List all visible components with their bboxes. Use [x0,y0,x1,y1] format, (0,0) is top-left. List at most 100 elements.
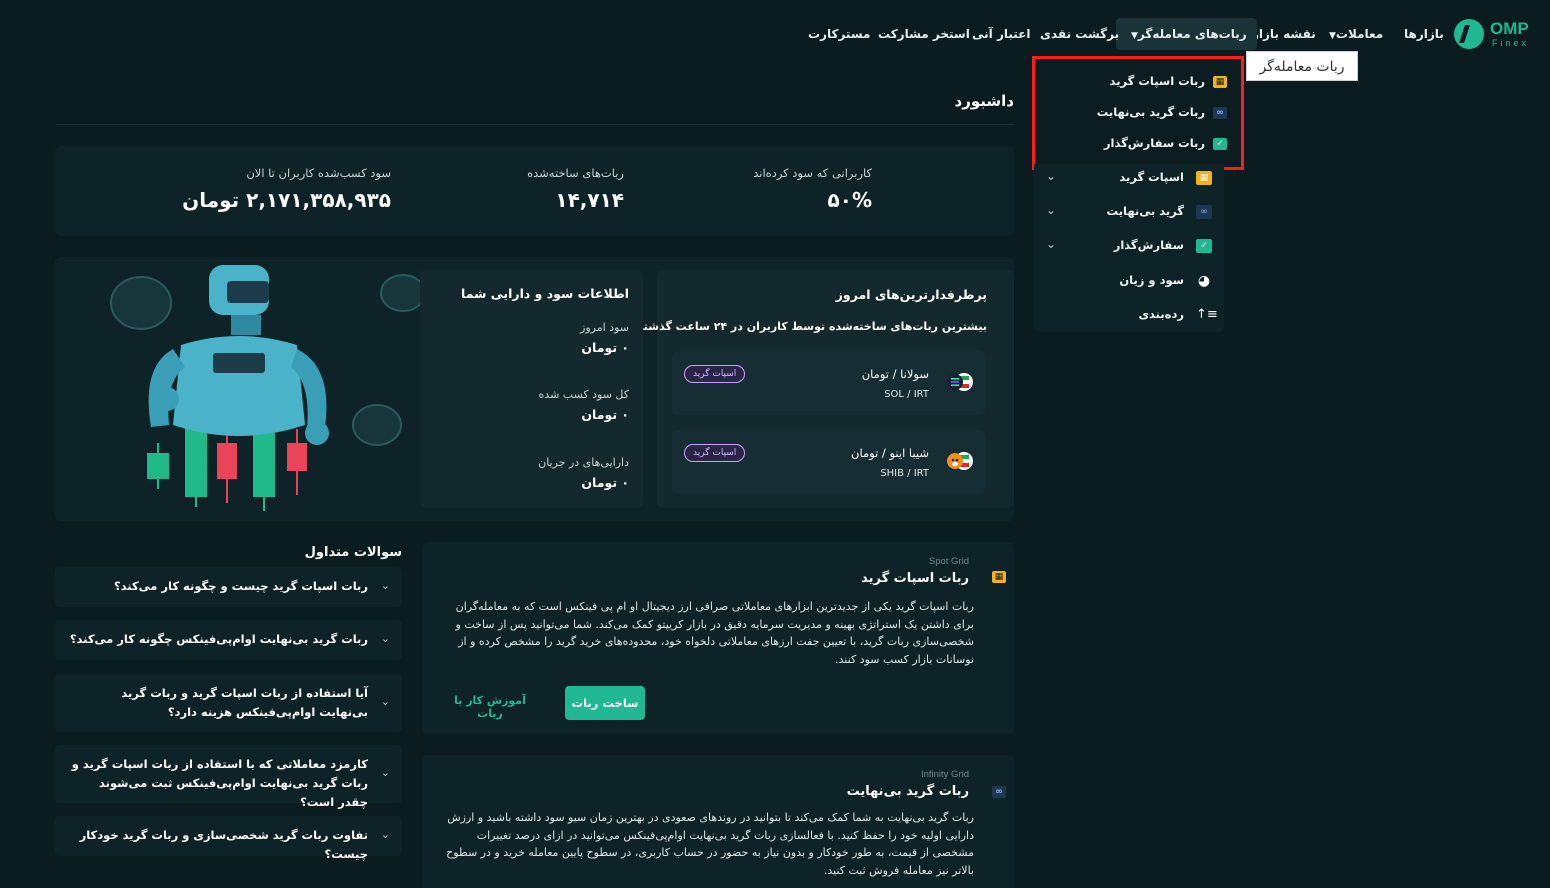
shib-irt-coin-icon [947,452,973,470]
caret-down-icon: ▼ [1131,31,1138,41]
chevron-down-icon[interactable]: ⌄ [1046,237,1056,251]
caret-down-icon: ▼ [1329,31,1336,41]
dropdown-item-label: ربات سفارش‌گذار [1103,136,1205,150]
top-nav: بازارها معاملات▼ نقشه بازار ربات‌های معا… [790,18,1450,50]
pair-name: شیبا اینو / تومان [851,446,929,460]
build-bot-button[interactable]: ساخت ربات [565,686,645,720]
dropdown-item-infinity-grid[interactable]: ∞ ربات گرید بی‌نهایت [1097,102,1227,122]
nav-trading-bots[interactable]: ربات‌های معامله‌گر▼ [1116,18,1257,50]
pair-card-sol[interactable]: سولانا / تومان SOL / IRT اسپات گرید [672,351,985,415]
faq-question: ربات گرید بی‌نهایت اوام‌پی‌فینکس چگونه ک… [69,632,368,646]
infinity-grid-card: ∞ Infinity Grid ربات گرید بی‌نهایت ربات … [422,755,1014,888]
spot-grid-title: ربات اسپات گرید [861,571,969,586]
dropdown-item-label: ربات گرید بی‌نهایت [1096,105,1205,119]
faq-item[interactable]: ⌄ ربات اسپات گرید چیست و چگونه کار می‌کن… [55,567,402,607]
top-bots-title: پرطرفدارترین‌های امروز [835,287,987,302]
sol-irt-coin-icon [947,373,973,391]
nav-markets[interactable]: بازارها [1404,18,1444,50]
nav-staking-pool[interactable]: استخر مشارکت [878,18,970,50]
stat-bots-created-value: ۱۴,۷۱۴ [555,188,624,212]
stat-total-profit-label: سود کسب‌شده کاربران تا الان [246,166,391,180]
assets-label: دارایی‌های در جریان [538,456,629,469]
profit-info-card: اطلاعات سود و دارایی شما سود امروز ۰ توم… [420,270,643,508]
chevron-down-icon: ⌄ [380,632,390,645]
infinity-grid-title: ربات گرید بی‌نهایت [846,784,969,799]
faq-item[interactable]: ⌄ ربات گرید بی‌نهایت اوام‌پی‌فینکس چگونه… [55,620,402,660]
spot-grid-body: ربات اسپات گرید یکی از جدیدترین ابزارهای… [455,600,974,666]
robot-illustration [110,265,426,511]
pair-name: سولانا / تومان [861,367,929,381]
sidebar-item-label: رده‌بندی [1138,307,1184,321]
dropdown-item-order-placer[interactable]: ✓ ربات سفارش‌گذار [1104,133,1227,153]
sidebar-item-ranking[interactable]: ↑≡ رده‌بندی [1034,301,1224,331]
assets-value: ۰ تومان [581,475,629,490]
sidebar-item-label: سفارش‌گذار [1113,238,1184,252]
learn-bot-link[interactable]: آموزش کار با ربات [440,694,540,720]
check-icon: ✓ [1213,137,1227,150]
chevron-down-icon[interactable]: ⌄ [1046,203,1056,217]
nav-mastercard[interactable]: مسترکارت [808,18,870,50]
sidebar-item-infinity-grid[interactable]: ∞ گرید بی‌نهایت ⌄ [1034,198,1224,228]
tooltip: ربات معامله‌گر [1246,51,1358,81]
dropdown-item-label: ربات اسپات گرید [1109,74,1205,88]
infinity-icon: ∞ [1196,205,1212,219]
faq-item[interactable]: ⌄ کارمزد معاملاتی که با استفاده از ربات … [55,745,402,809]
ranking-icon: ↑≡ [1196,307,1218,322]
chevron-down-icon: ⌄ [380,579,390,592]
infinity-grid-en: Infinity Grid [920,769,969,780]
chevron-down-icon: ⌄ [380,766,390,779]
stat-profitable-users-label: کاربرانی که سود کرده‌اند [753,166,872,180]
stat-profitable-users-value: ۵۰% [827,188,872,212]
faq-question: ربات اسپات گرید چیست و چگونه کار می‌کند؟ [113,579,368,593]
grid-icon: ▦ [1213,75,1227,88]
faq-question: آیا استفاده از ربات اسپات گرید و ربات گر… [121,686,368,719]
infinity-icon: ∞ [1213,106,1227,119]
infinity-grid-body: ربات گرید بی‌نهایت به شما کمک می‌کند تا … [446,811,974,877]
dropdown-item-spot-grid[interactable]: ▦ ربات اسپات گرید [1110,71,1227,91]
brand-name: OMP [1490,19,1529,38]
faq-question: تفاوت ربات گرید شخصی‌سازی و ربات گرید خو… [79,828,368,861]
page-title: داشبورد [954,92,1014,110]
nav-cashback[interactable]: برگشت نقدی [1040,18,1119,50]
nav-trading-bots-label: ربات‌های معامله‌گر [1137,27,1247,41]
trading-bots-dropdown: ▦ ربات اسپات گرید ∞ ربات گرید بی‌نهایت ✓ رب… [1032,56,1244,170]
top-bots-subtitle: بیشترین ربات‌های ساخته‌شده توسط کاربران … [637,320,987,333]
total-profit-value: ۰ تومان [581,407,629,422]
grid-icon: ▦ [992,570,1006,583]
sidebar-item-pnl[interactable]: ◕ سود و زیان [1034,267,1224,297]
faq-item[interactable]: ⌄ تفاوت ربات گرید شخصی‌سازی و ربات گرید … [55,816,402,861]
total-profit-label: کل سود کسب شده [538,388,629,401]
stat-bots-created-label: ربات‌های ساخته‌شده [527,166,624,180]
pair-card-shib[interactable]: شیبا اینو / تومان SHIB / IRT اسپات گرید [672,430,985,494]
faq-question: کارمزد معاملاتی که با استفاده از ربات اس… [71,757,368,809]
faq-title: سوالات متداول [304,545,402,560]
profit-info-title: اطلاعات سود و دارایی شما [461,286,629,301]
sidebar-item-spot-grid[interactable]: ▦ اسپات گرید ⌄ [1034,164,1224,194]
grid-icon: ▦ [1196,171,1212,185]
check-icon: ✓ [1196,239,1212,253]
pair-symbol: SOL / IRT [884,389,929,400]
sidebar-item-label: گرید بی‌نهایت [1106,204,1184,218]
infinity-icon: ∞ [992,785,1006,798]
stat-total-profit-value: ۲,۱۷۱,۳۵۸,۹۳۵ تومان [182,188,391,212]
pair-symbol: SHIB / IRT [880,468,929,479]
divider [56,124,1014,125]
faq-item[interactable]: ⌄ آیا استفاده از ربات اسپات گرید و ربات … [55,674,402,732]
today-profit-value: ۰ تومان [581,340,629,355]
bot-type-badge: اسپات گرید [684,444,746,462]
sidebar-item-label: اسپات گرید [1119,170,1184,184]
nav-trades-label: معاملات [1335,27,1384,41]
bots-sidebar: ▦ اسپات گرید ⌄ ∞ گرید بی‌نهایت ⌄ ✓ سفارش… [1034,164,1224,332]
sidebar-item-order-placer[interactable]: ✓ سفارش‌گذار ⌄ [1034,232,1224,262]
sidebar-item-label: سود و زیان [1119,273,1184,287]
nav-trades[interactable]: معاملات▼ [1324,18,1383,50]
chevron-down-icon[interactable]: ⌄ [1046,169,1056,183]
chevron-down-icon: ⌄ [380,695,390,708]
nav-market-map[interactable]: نقشه بازار [1252,18,1316,50]
today-profit-label: سود امروز [580,321,629,334]
bot-type-badge: اسپات گرید [684,365,746,383]
brand-logo[interactable]: OMP Finex [1454,17,1544,51]
brand-sub: Finex [1492,38,1530,48]
omp-logo-icon [1454,19,1484,49]
nav-instant-credit[interactable]: اعتبار آنی [972,18,1030,50]
